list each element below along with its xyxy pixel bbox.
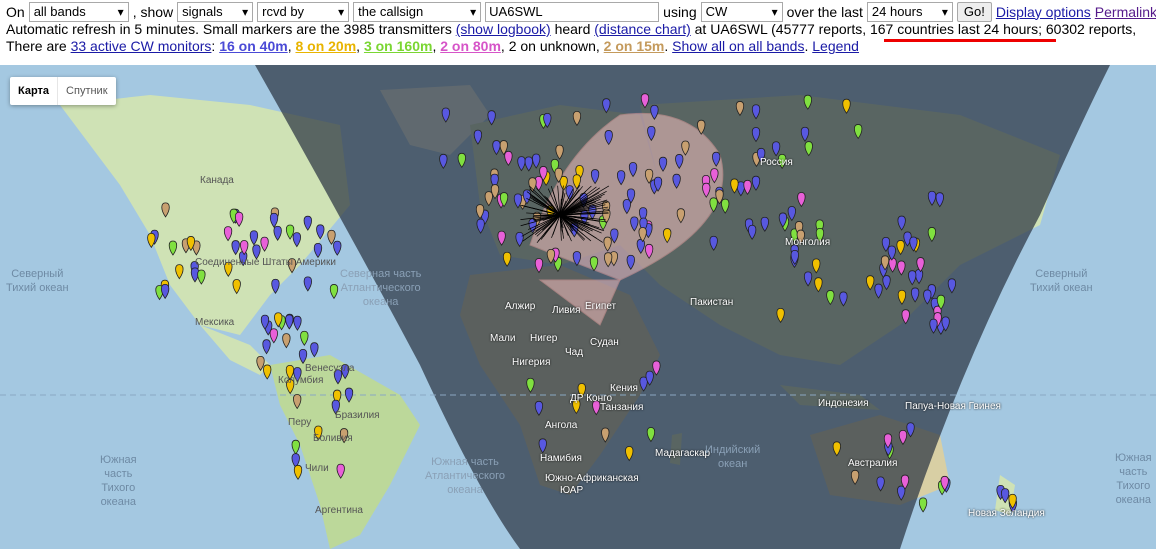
- map-label-namibia: Намибия: [540, 453, 582, 464]
- ocean-indian: Индийский океан: [705, 444, 761, 470]
- map-label-niger: Нигер: [530, 333, 558, 344]
- band-15m-link[interactable]: 2 on 15m: [604, 38, 665, 54]
- heard-text: heard: [554, 21, 591, 37]
- map-label-tanzania: Танзания: [600, 402, 644, 413]
- map-label-mongolia: Монголия: [785, 237, 831, 248]
- map-label-nigeria: Нигерия: [512, 357, 551, 368]
- legend-link[interactable]: Legend: [812, 38, 859, 54]
- map-label-argentina: Аргентина: [315, 505, 363, 516]
- map-label-pakistan: Пакистан: [690, 297, 734, 308]
- map-label-brazil: Бразилия: [335, 410, 380, 421]
- map-label-nz: Новая Зеландия: [968, 508, 1045, 519]
- world-map[interactable]: Карта Спутник Россия Монголия Пакистан Е…: [0, 65, 1156, 549]
- map-label-bolivia: Боливия: [313, 433, 353, 444]
- monitors-row: There are 33 active CW monitors: 16 on 4…: [6, 38, 859, 55]
- bands-select[interactable]: all bands: [28, 2, 129, 22]
- map-type-map[interactable]: Карта: [10, 77, 57, 105]
- map-label-canada: Канада: [200, 175, 234, 186]
- ocean-south-pacific-west: Южная часть Тихого океана: [100, 454, 137, 508]
- status-row: Automatic refresh in 5 minutes. Small ma…: [6, 21, 1136, 38]
- mode-select[interactable]: CW: [700, 2, 783, 22]
- distance-chart-link[interactable]: (distance chart): [594, 21, 690, 37]
- top-controls: On all bands , show signals rcvd by the …: [0, 0, 1156, 64]
- map-label-madagascar: Мадагаскар: [655, 448, 711, 459]
- map-label-indonesia: Индонезия: [818, 398, 869, 409]
- map-label-venezuela: Венесуэла: [305, 363, 355, 374]
- map-label-libya: Ливия: [552, 305, 581, 316]
- dot: .: [804, 38, 809, 54]
- sep: ,: [356, 38, 361, 54]
- sep: ,: [432, 38, 437, 54]
- map-label-sudan: Судан: [590, 337, 619, 348]
- unknown-band-text: 2 on unknown: [508, 38, 596, 54]
- map-label-mali: Мали: [490, 333, 516, 344]
- ocean-south-atlantic: Южная часть Атлантического океана: [425, 456, 505, 496]
- sep: ,: [595, 38, 600, 54]
- map-label-angola: Ангола: [545, 420, 578, 431]
- query-row: On all bands , show signals rcvd by the …: [6, 2, 1156, 22]
- map-label-sa-full: Южно-Африканская: [545, 473, 639, 484]
- reports-text-2: ; 60302 reports,: [1038, 21, 1137, 37]
- reports-text: at UA6SWL (45777 reports,: [694, 21, 867, 37]
- map-label-usa: Соединенные Штаты Америки: [195, 257, 336, 268]
- countries-text: 167 countries last 24 hours: [869, 21, 1039, 37]
- show-all-bands-link[interactable]: Show all on all bands: [672, 38, 804, 54]
- band-40m-link[interactable]: 16 on 40m: [219, 38, 287, 54]
- map-label-australia: Австралия: [848, 458, 898, 469]
- ocean-north-pacific-west: Северный Тихий океан: [6, 268, 69, 294]
- map-label-egypt: Египет: [585, 301, 617, 312]
- band-160m-link[interactable]: 3 on 160m: [364, 38, 432, 54]
- over-label: over the last: [786, 3, 863, 20]
- callsign-type-select[interactable]: the callsign: [353, 2, 482, 22]
- sep: ,: [287, 38, 292, 54]
- map-label-kenya: Кения: [610, 383, 638, 394]
- permalink-link[interactable]: Permalink: [1095, 4, 1156, 21]
- map-label-russia: Россия: [760, 157, 793, 168]
- map-label-chile: Чили: [305, 463, 329, 474]
- display-options-link[interactable]: Display options: [996, 4, 1091, 21]
- map-label-peru: Перу: [288, 417, 312, 428]
- show-label: , show: [132, 3, 174, 20]
- on-label: On: [6, 3, 25, 20]
- show-logbook-link[interactable]: (show logbook): [456, 21, 551, 37]
- map-label-chad: Чад: [565, 347, 584, 358]
- rcvd-select[interactable]: rcvd by: [257, 2, 350, 22]
- band-80m-link[interactable]: 2 on 80m: [440, 38, 501, 54]
- show-select[interactable]: signals: [177, 2, 254, 22]
- refresh-text: Automatic refresh in 5 minutes. Small ma…: [6, 21, 452, 37]
- map-label-png: Папуа-Новая Гвинея: [905, 401, 1001, 412]
- ocean-north-pacific-east: Северный Тихий океан: [1030, 268, 1093, 294]
- colon: :: [211, 38, 216, 54]
- there-are-text: There are: [6, 38, 67, 54]
- using-label: using: [663, 3, 697, 20]
- map-label-mexico: Мексика: [195, 317, 235, 328]
- active-monitors-link[interactable]: 33 active CW monitors: [71, 38, 212, 54]
- go-button[interactable]: Go!: [956, 2, 992, 22]
- band-20m-link[interactable]: 8 on 20m: [295, 38, 356, 54]
- red-underline: [884, 39, 1056, 42]
- sep: ,: [500, 38, 505, 54]
- period-select[interactable]: 24 hours: [866, 2, 953, 22]
- ocean-south-pacific-east: Южная часть Тихого океана: [1115, 452, 1152, 506]
- ocean-north-atlantic: Северная часть Атлантического океана: [340, 268, 422, 308]
- map-label-algeria: Алжир: [505, 301, 536, 312]
- map-label-sa: ЮАР: [560, 485, 584, 496]
- map-type-control: Карта Спутник: [10, 77, 116, 105]
- map-type-satellite[interactable]: Спутник: [57, 77, 115, 105]
- map-label-colombia: Колумбия: [278, 375, 324, 386]
- dot: .: [664, 38, 669, 54]
- callsign-input[interactable]: UA6SWL: [485, 2, 660, 22]
